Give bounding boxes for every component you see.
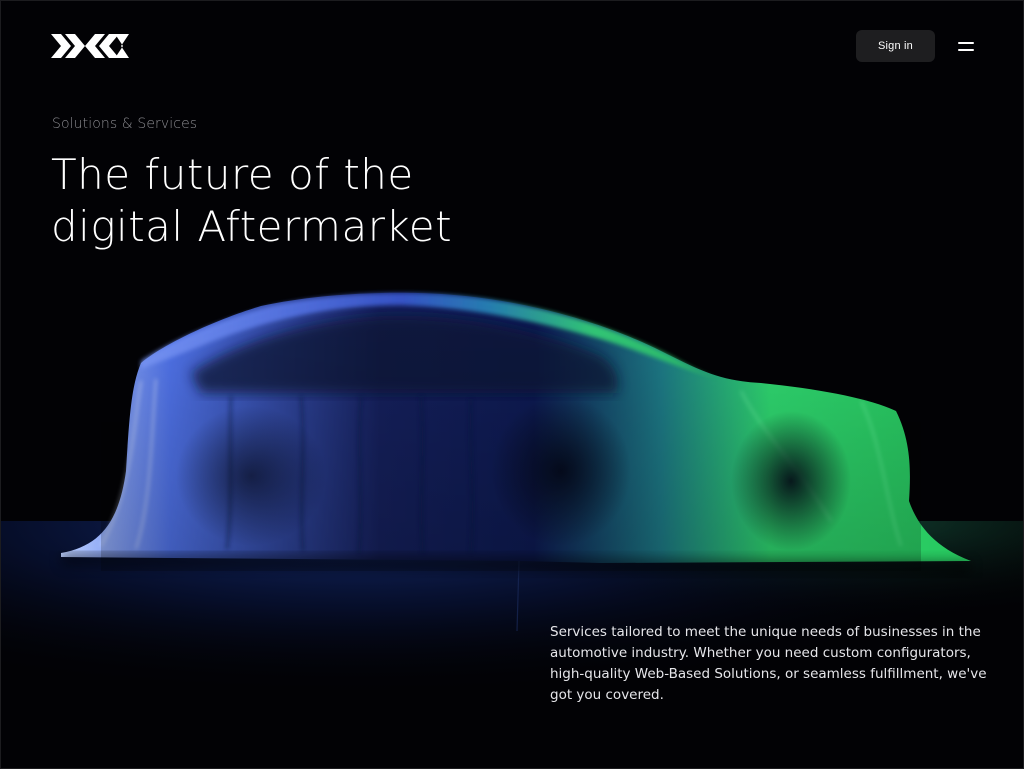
page: Sign in Solutions & Services The future … (0, 0, 1024, 769)
section-eyebrow: Solutions & Services (52, 116, 198, 132)
intro-paragraph: Services tailored to meet the unique nee… (550, 624, 987, 703)
top-bar: Sign in (1, 1, 1023, 91)
hamburger-menu-icon[interactable] (954, 37, 978, 55)
title-line-2: digital Aftermarket (51, 202, 453, 251)
menu-line (958, 42, 974, 44)
title-line-1: The future of the (51, 150, 414, 199)
menu-line (958, 49, 974, 51)
sign-in-button[interactable]: Sign in (856, 30, 935, 62)
xix-logo[interactable] (51, 34, 129, 58)
page-title: The future of the digital Aftermarket (51, 149, 611, 253)
